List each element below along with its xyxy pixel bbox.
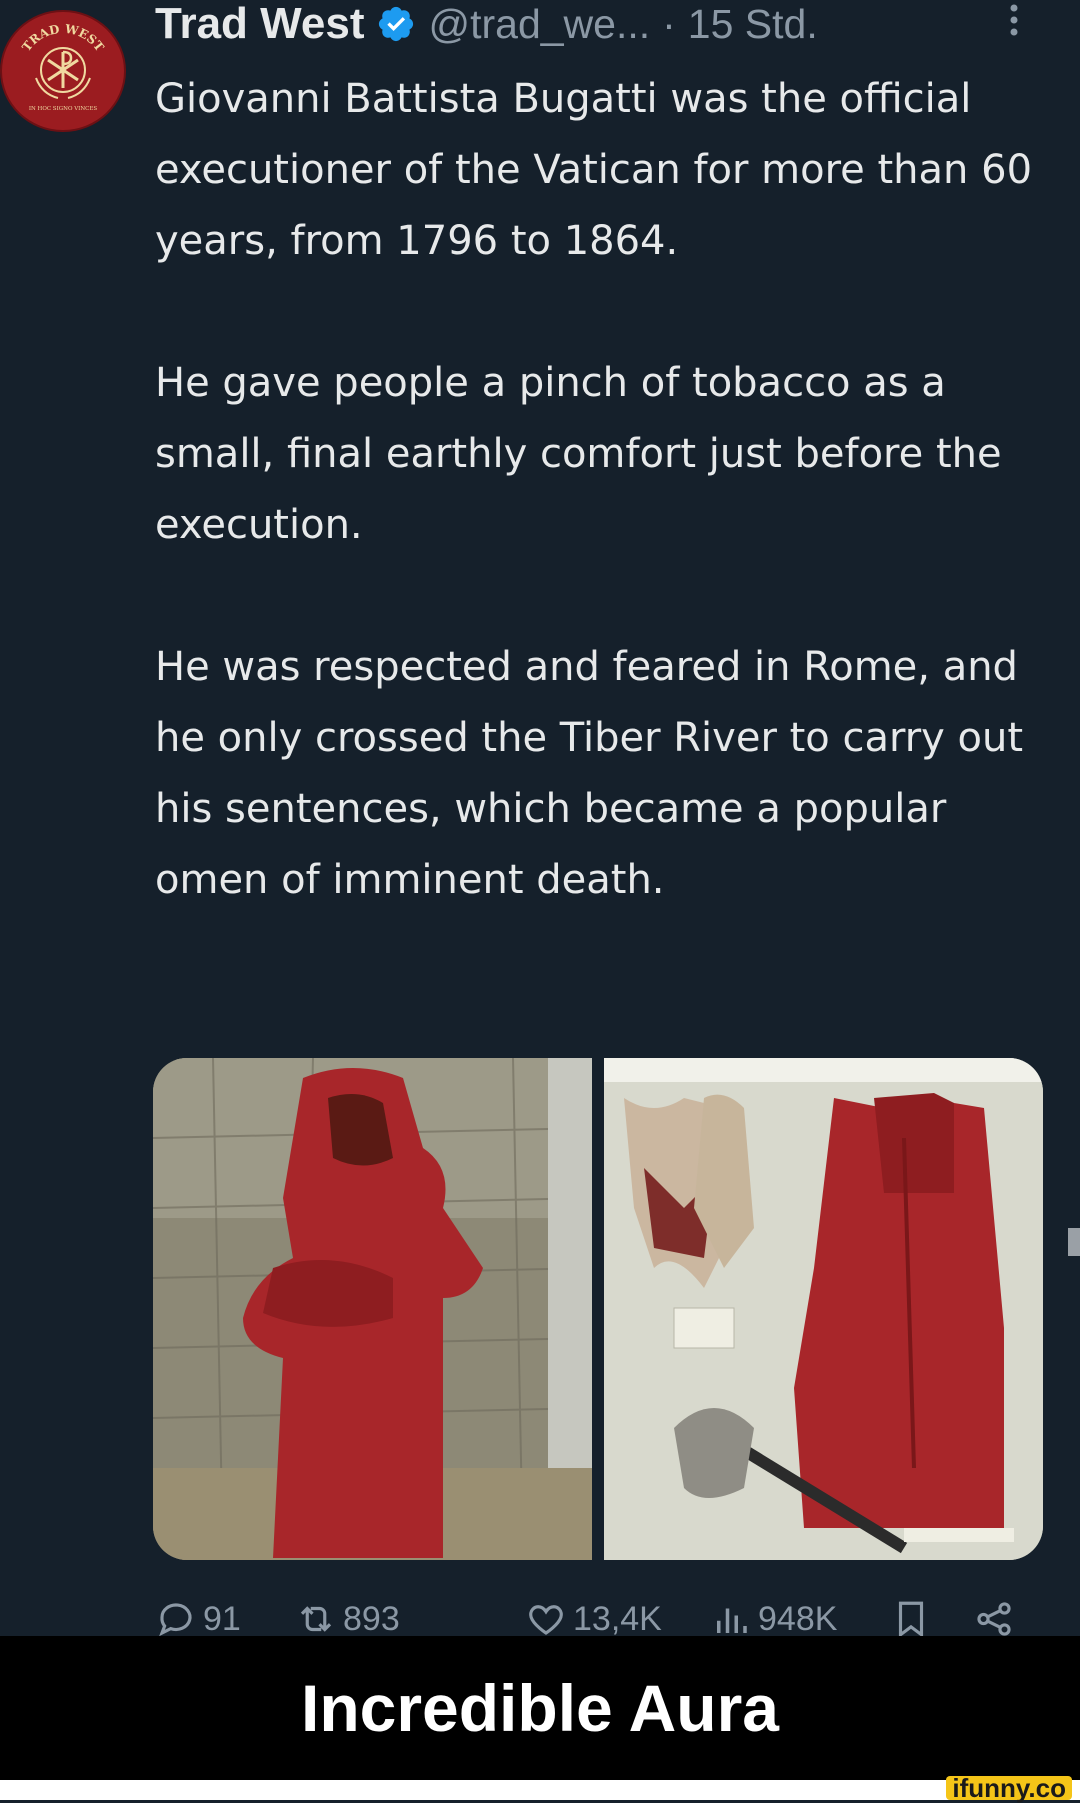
author-handle[interactable]: @trad_we... xyxy=(428,1,650,48)
tweet-paragraph: He gave people a pinch of tobacco as a s… xyxy=(155,360,1002,548)
svg-text:TRAD WEST: TRAD WEST xyxy=(19,21,106,54)
heart-icon xyxy=(529,1605,563,1635)
verified-badge-icon xyxy=(379,6,414,42)
bookmark-icon xyxy=(898,1601,924,1638)
author-name[interactable]: Trad West xyxy=(155,0,364,49)
museum-display-illustration xyxy=(604,1058,1043,1560)
more-vertical-icon[interactable] xyxy=(1008,0,1020,51)
tweet-paragraph: Giovanni Battista Bugatti was the offici… xyxy=(155,76,1033,264)
meme-caption-bar: Incredible Aura xyxy=(0,1636,1080,1780)
ifunny-watermark: ifunny.co xyxy=(946,1775,1072,1801)
hooded-figure-illustration xyxy=(153,1058,592,1560)
share-icon xyxy=(977,1602,1011,1636)
tweet-time[interactable]: 15 Std. xyxy=(688,1,818,48)
retweet-count: 893 xyxy=(343,1599,400,1638)
footer-bar xyxy=(0,1780,1080,1800)
avatar-bottom-text: IN HOC SIGNO VINCES xyxy=(29,106,98,112)
reply-count: 91 xyxy=(203,1599,241,1638)
tweet-paragraph: He was respected and feared in Rome, and… xyxy=(155,644,1024,903)
avatar-top-text: TRAD WEST xyxy=(19,21,106,54)
avatar-emblem: TRAD WEST IN HOC SIGNO VINCES xyxy=(19,21,106,112)
like-count: 13,4K xyxy=(573,1599,662,1638)
tweet-text: Giovanni Battista Bugatti was the offici… xyxy=(155,64,1055,916)
tweet-media[interactable] xyxy=(153,1058,1043,1560)
avatar[interactable]: TRAD WEST IN HOC SIGNO VINCES xyxy=(0,10,126,132)
media-image-hooded-figure[interactable] xyxy=(153,1058,592,1560)
header-separator: · xyxy=(662,0,676,47)
views-count: 948K xyxy=(758,1599,838,1638)
reply-icon xyxy=(159,1603,192,1637)
media-image-museum-display[interactable] xyxy=(604,1058,1043,1560)
meme-caption: Incredible Aura xyxy=(300,1671,780,1745)
tweet-header: Trad West @trad_we... · 15 Std. xyxy=(155,0,1055,48)
views-chart-icon xyxy=(717,1608,747,1633)
scrollbar-thumb[interactable] xyxy=(1068,1228,1080,1256)
retweet-icon xyxy=(300,1606,332,1632)
